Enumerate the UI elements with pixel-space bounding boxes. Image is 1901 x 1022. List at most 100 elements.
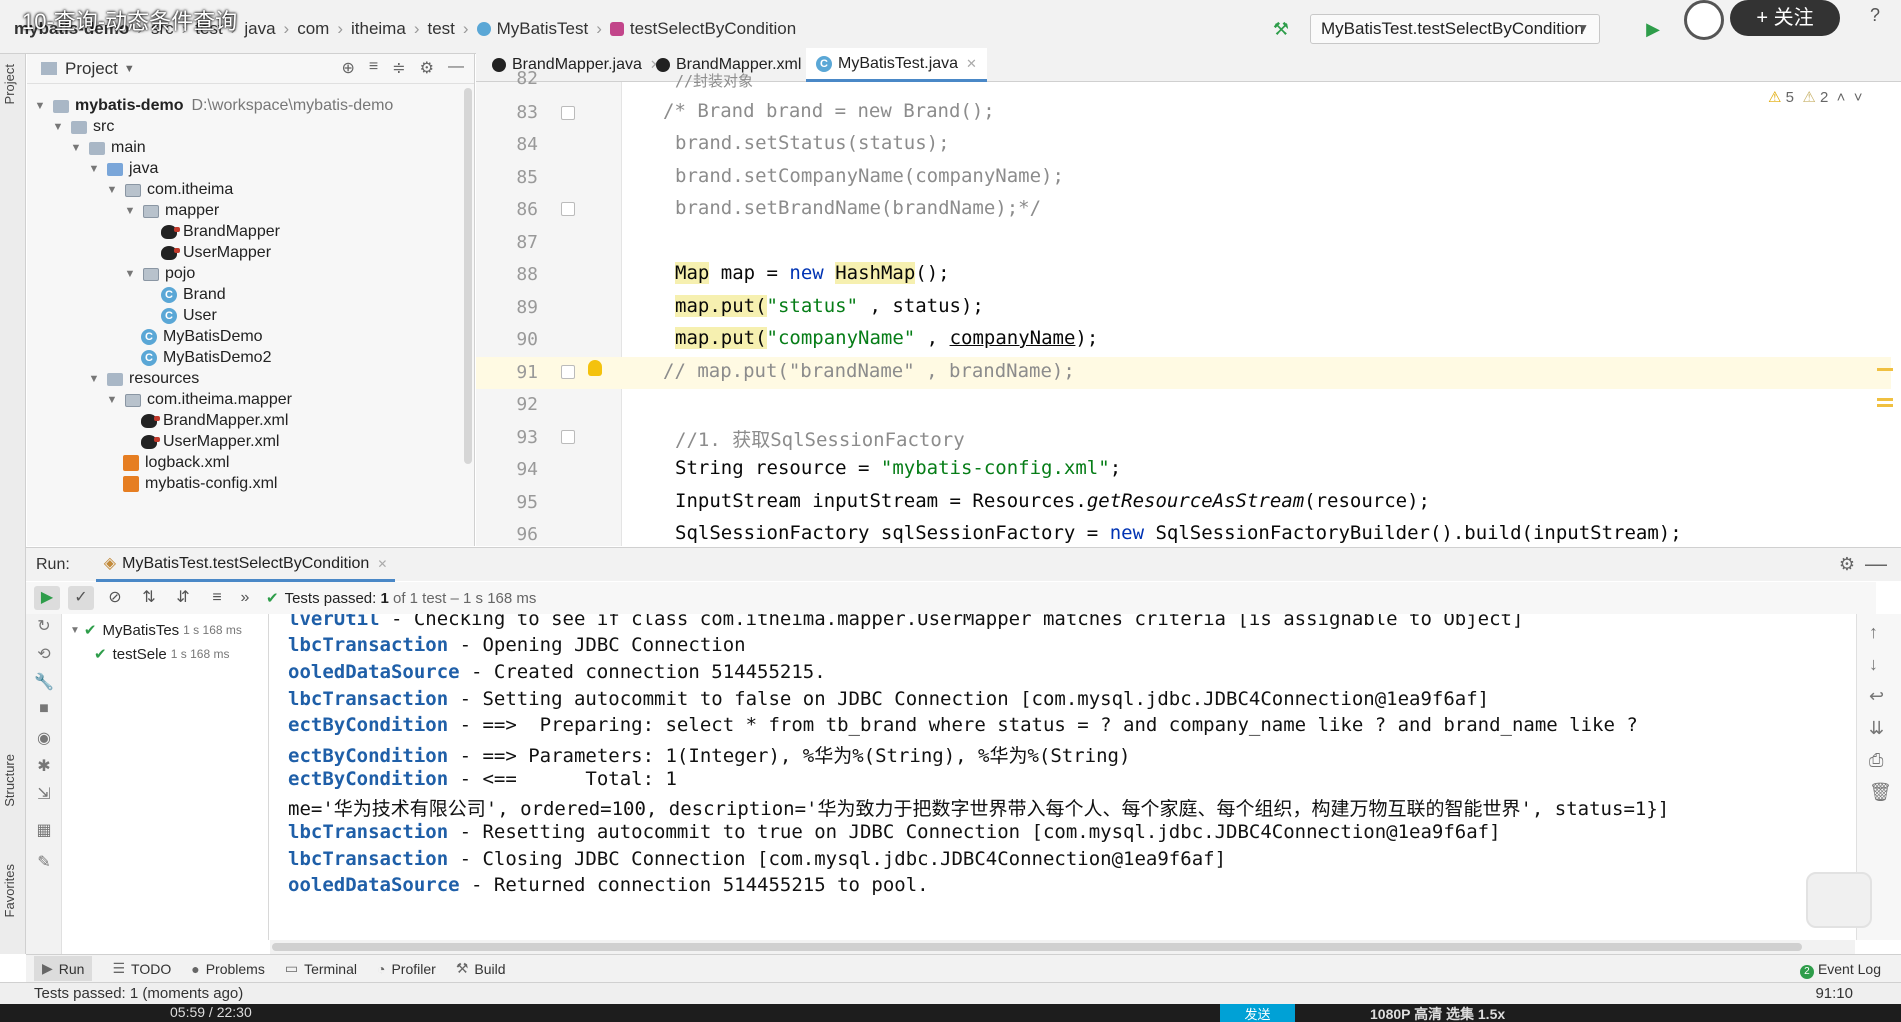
player-controls[interactable]: 1080P 高清 选集 1.5x xyxy=(1370,1004,1505,1022)
status-message: Tests passed: 1 (moments ago) xyxy=(34,985,244,1002)
show-passed-icon[interactable]: ✓ xyxy=(68,586,94,610)
layout-icon[interactable]: ▦ xyxy=(34,820,54,840)
toggle-auto-test-icon[interactable]: ⟲ xyxy=(34,644,54,664)
check-icon: ✔ xyxy=(83,622,97,639)
console-line: ectByCondition - <== Total: 1 xyxy=(288,768,677,790)
stop-icon[interactable]: ■ xyxy=(34,700,54,720)
send-button[interactable]: 发送 xyxy=(1220,1004,1295,1022)
error-stripe-mark[interactable] xyxy=(1877,404,1893,407)
breadcrumb-item[interactable]: java xyxy=(244,19,275,39)
project-title[interactable]: Project xyxy=(65,59,118,79)
camera-icon[interactable]: ◉ xyxy=(34,728,54,748)
chevron-down-icon[interactable]: ▼ xyxy=(124,63,135,75)
error-stripe-mark[interactable] xyxy=(1877,398,1893,401)
video-play-overlay[interactable] xyxy=(1806,872,1872,928)
chevron-up-icon: ˄ xyxy=(1836,89,1846,106)
fold-marker-icon[interactable] xyxy=(561,106,575,120)
arrow-up-icon[interactable]: ↑ xyxy=(1869,622,1878,643)
tree-item-mybatis-config-xml[interactable]: mybatis-config.xml xyxy=(123,472,277,496)
soft-wrap-icon[interactable]: ↩ xyxy=(1869,686,1884,707)
weak-warning-icon: ⚠ xyxy=(1802,89,1816,106)
console-output[interactable]: lverUtil - Checking to see if class com.… xyxy=(270,614,1855,940)
line-number: 83 xyxy=(516,102,538,123)
minimize-icon[interactable]: — xyxy=(1865,551,1887,577)
arrow-down-icon[interactable]: ↓ xyxy=(1869,654,1878,675)
code-line: InputStream inputStream = Resources.getR… xyxy=(675,490,1430,512)
breadcrumb-item[interactable]: testSelectByCondition xyxy=(630,19,796,39)
collapse-all-icon[interactable]: ≑ xyxy=(392,58,405,78)
run-icon: ▶ xyxy=(42,960,53,976)
event-log-button[interactable]: 2 Event Log xyxy=(1799,961,1881,979)
pin-icon[interactable]: ✎ xyxy=(34,852,54,872)
caret-position[interactable]: 91:10 xyxy=(1815,985,1853,1002)
player-time: 05:59 / 22:30 xyxy=(170,1004,252,1020)
terminal-icon: ▭ xyxy=(284,960,299,976)
code-line: SqlSessionFactory sqlSessionFactory = ne… xyxy=(675,522,1682,544)
show-ignored-icon[interactable]: ⊘ xyxy=(102,586,128,610)
expand-all-icon[interactable]: ≡ xyxy=(204,586,230,610)
favorites-tool-label[interactable]: Favorites xyxy=(2,864,17,917)
rerun-failed-icon[interactable]: ↻ xyxy=(34,616,54,636)
code-line: map.put("status" , status); xyxy=(675,295,984,317)
gear-icon[interactable]: ⚙ xyxy=(420,58,434,78)
inspection-widget[interactable]: ⚠ 5 ⚠ 2 ˄ ˅ xyxy=(1768,88,1863,106)
fold-marker-icon[interactable] xyxy=(561,430,575,444)
run-panel-header: Run: ◈ MyBatisTest.testSelectByCondition ✕… xyxy=(26,547,1901,582)
mybatis-icon xyxy=(141,414,160,428)
fold-marker-icon[interactable] xyxy=(561,365,575,379)
target-icon[interactable]: ⊕ xyxy=(342,58,355,78)
avatar[interactable] xyxy=(1684,0,1724,40)
import-icon[interactable]: ⇲ xyxy=(34,784,54,804)
tool-tab-todo[interactable]: ☰ TODO xyxy=(112,960,171,977)
hammer-icon[interactable]: ⚒ xyxy=(1268,16,1294,42)
code-line: brand.setStatus(status); xyxy=(675,132,950,154)
console-line: lbcTransaction - Closing JDBC Connection… xyxy=(288,848,1227,870)
test-row[interactable]: ▼ ✔ MyBatisTes 1 s 168 ms xyxy=(70,618,242,642)
scrollbar[interactable] xyxy=(464,88,472,464)
trash-icon[interactable]: 🗑 xyxy=(1869,782,1892,803)
run-icon[interactable]: ▶ xyxy=(1640,16,1666,42)
wrench-icon[interactable]: 🔧 xyxy=(34,672,54,692)
tab-mybatistest-java[interactable]: C MyBatisTest.java ✕ xyxy=(806,48,987,82)
test-row[interactable]: ✔ testSele 1 s 168 ms xyxy=(94,642,229,666)
project-tool-label[interactable]: Project xyxy=(2,64,17,104)
gear-icon[interactable]: ⚙ xyxy=(1839,554,1855,575)
expand-all-icon[interactable]: ≡ xyxy=(369,58,378,78)
fold-marker-icon[interactable] xyxy=(561,202,575,216)
tool-tab-build[interactable]: ⚒ Build xyxy=(456,960,506,977)
more-icon[interactable]: » xyxy=(238,586,252,610)
breadcrumb-item[interactable]: test xyxy=(427,19,454,39)
tool-tab-terminal[interactable]: ▭ Terminal xyxy=(285,960,357,977)
console-line: me='华为技术有限公司', ordered=100, description=… xyxy=(288,798,1670,820)
code-line: //1. 获取SqlSessionFactory xyxy=(675,429,965,451)
lightbulb-icon[interactable] xyxy=(588,360,602,376)
run-configuration-select[interactable]: MyBatisTest.testSelectByCondition ▼ xyxy=(1310,14,1600,44)
minimize-icon[interactable]: — xyxy=(448,58,464,78)
structure-tool-label[interactable]: Structure xyxy=(2,754,17,807)
console-line: lbcTransaction - Resetting autocommit to… xyxy=(288,821,1501,843)
console-line: ectByCondition - ==> Parameters: 1(Integ… xyxy=(288,745,1131,767)
help-icon[interactable]: ? xyxy=(1862,2,1888,28)
scroll-to-end-icon[interactable]: ⇊ xyxy=(1869,718,1884,739)
code-line: Map map = new HashMap(); xyxy=(675,262,950,284)
print-icon[interactable]: ⎙ xyxy=(1869,750,1883,771)
rerun-icon[interactable]: ▶ xyxy=(34,586,60,610)
horizontal-scrollbar[interactable] xyxy=(270,940,1855,954)
mybatis-icon xyxy=(141,435,160,449)
breadcrumb-item[interactable]: MyBatisTest xyxy=(497,19,589,39)
sort-duration-icon[interactable]: ⇵ xyxy=(170,586,196,610)
sort-alpha-icon[interactable]: ⇅ xyxy=(136,586,162,610)
line-number: 84 xyxy=(516,134,538,155)
breadcrumb-item[interactable]: itheima xyxy=(351,19,406,39)
tool-tab-problems[interactable]: ● Problems xyxy=(191,961,265,977)
error-stripe-mark[interactable] xyxy=(1877,368,1893,371)
bug-icon[interactable]: ✱ xyxy=(34,756,54,776)
breadcrumb-item[interactable]: com xyxy=(297,19,329,39)
follow-button[interactable]: + 关注 xyxy=(1730,0,1840,36)
tab-run-config[interactable]: ◈ MyBatisTest.testSelectByCondition ✕ xyxy=(95,548,396,582)
line-number: 85 xyxy=(516,167,538,188)
tool-tab-profiler[interactable]: ◔ Profiler xyxy=(377,961,436,977)
tool-tab-run[interactable]: ▶ Run xyxy=(34,956,93,981)
project-panel: Project ▼ ⊕ ≡ ≑ ⚙ — ▼ mybatis-demo D:\work… xyxy=(27,54,475,546)
profiler-icon: ◔ xyxy=(376,960,386,977)
